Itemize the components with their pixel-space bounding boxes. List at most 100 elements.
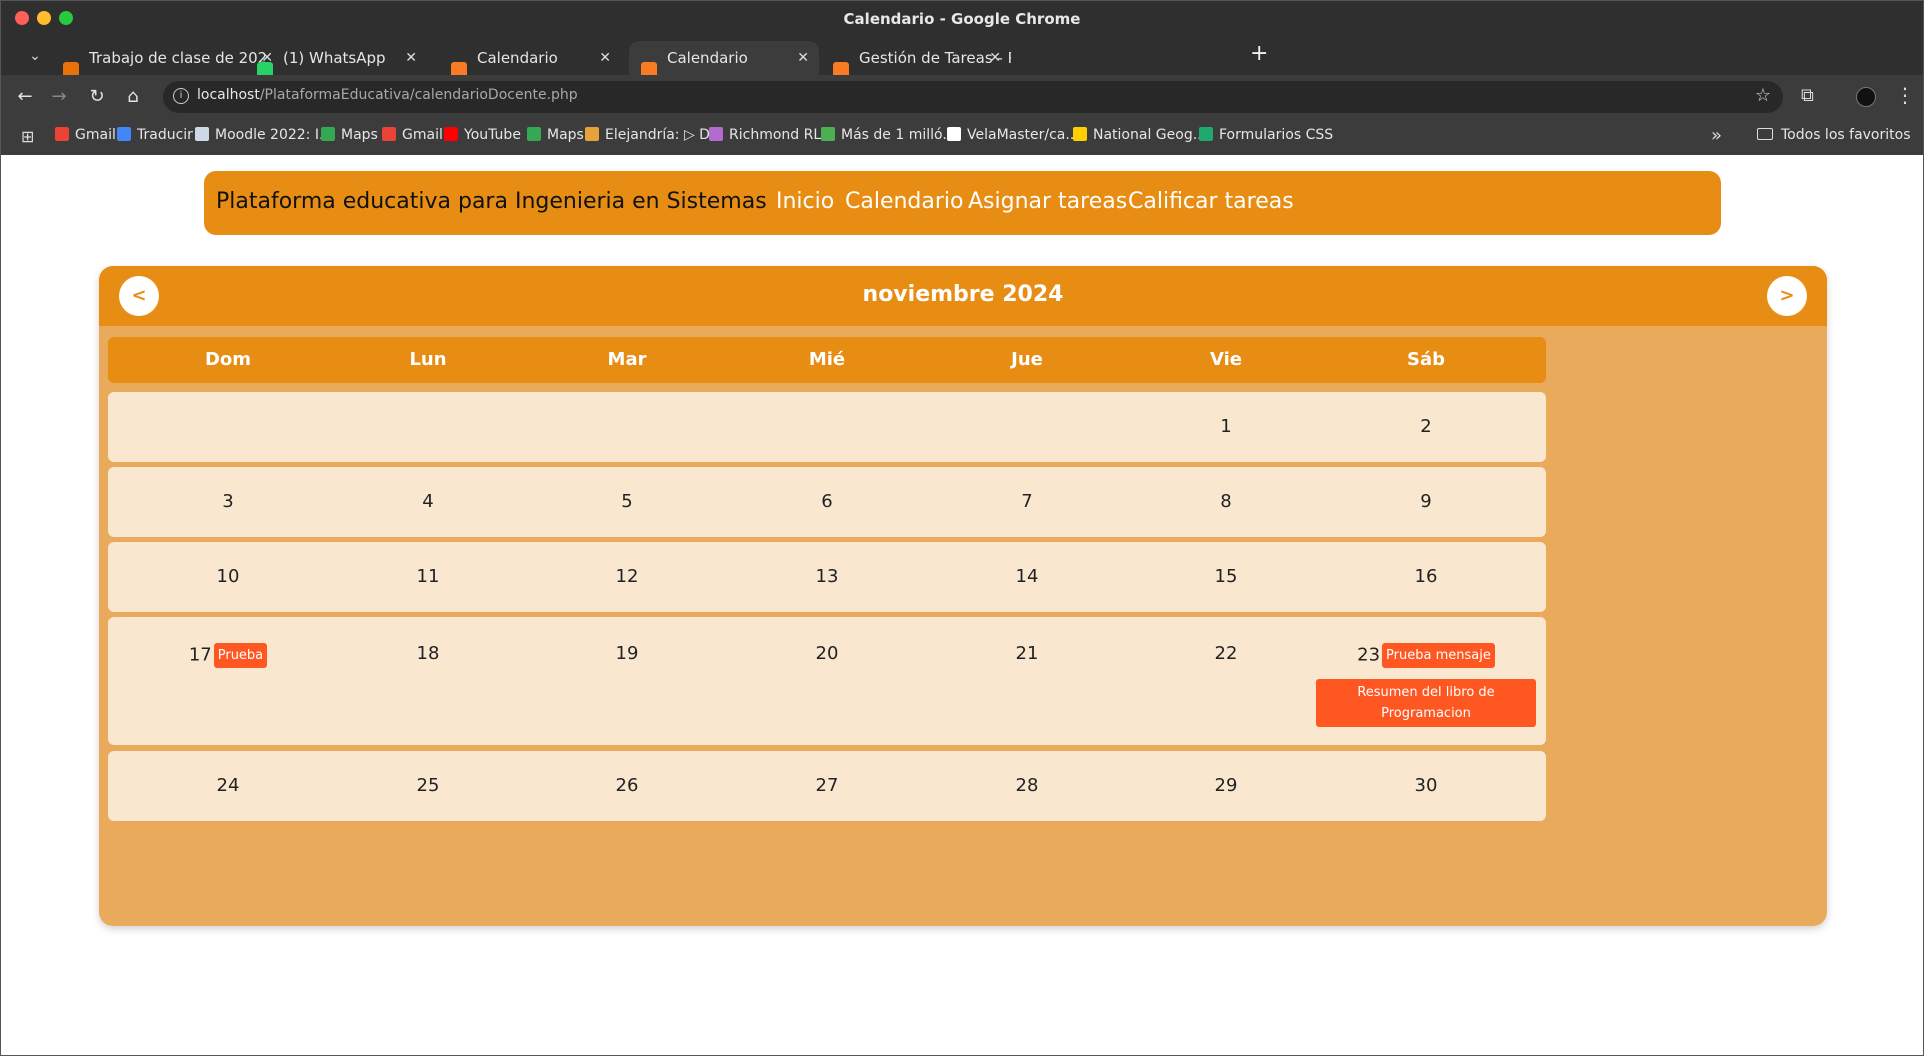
github-icon (947, 127, 961, 141)
bookmark-label: YouTube (464, 127, 521, 143)
nav-link-inicio[interactable]: Inicio (776, 189, 834, 214)
calendar-day-cell[interactable]: 16 (1306, 542, 1546, 612)
site-info-icon[interactable]: i (173, 88, 189, 104)
day-number: 30 (1306, 775, 1546, 796)
forward-arrow-icon[interactable]: → (47, 85, 71, 109)
calendar-day-cell[interactable]: 23 Prueba mensaje Resumen del libro de Pro… (1306, 617, 1546, 745)
bookmark-label: Maps (341, 127, 378, 143)
bookmark-item[interactable]: Moodle 2022: I... (195, 127, 332, 143)
bookmark-star-icon[interactable]: ☆ (1755, 85, 1771, 106)
new-tab-button[interactable]: + (1250, 41, 1268, 67)
maps-icon (527, 127, 541, 141)
bookmarks-bar: ⊞ Gmail Traducir Moodle 2022: I... Maps Gmai… (1, 119, 1923, 155)
day-number-text: 10 (216, 566, 240, 587)
bookmark-item[interactable]: Elejandría: ▷ D... (585, 127, 723, 143)
browser-tab[interactable]: Gestión de Tareas - Profe✕ (821, 41, 1011, 75)
bookmark-item[interactable]: Traducir (117, 127, 193, 143)
more-bookmarks-icon[interactable]: » (1711, 125, 1722, 146)
gmail-icon (382, 127, 396, 141)
apps-grid-icon[interactable]: ⊞ (21, 127, 34, 146)
bookmark-label: National Geog... (1093, 127, 1207, 143)
url-text[interactable]: localhost/PlataformaEducativa/calendario… (197, 87, 578, 103)
tab-title: (1) WhatsApp (283, 49, 386, 67)
browser-tab[interactable]: Calendario ✕ (629, 41, 819, 75)
bookmark-item[interactable]: Maps (527, 127, 584, 143)
day-number-text: 5 (621, 491, 633, 512)
day-number-text: 21 (1015, 643, 1039, 664)
tab-close-icon[interactable]: ✕ (797, 41, 809, 75)
bookmark-item[interactable]: Más de 1 milló... (821, 127, 956, 143)
day-number-text: 14 (1015, 566, 1039, 587)
xampp-icon (641, 62, 657, 75)
day-number-text: 12 (615, 566, 639, 587)
day-number: 23 Prueba mensaje (1306, 643, 1546, 668)
day-number-text: 19 (615, 643, 639, 664)
event-block[interactable]: Resumen del libro de Programacion (1316, 679, 1536, 727)
xampp-icon (833, 62, 849, 75)
bookmark-item[interactable]: VelaMaster/ca... (947, 127, 1079, 143)
bookmark-item[interactable]: Richmond RLP (709, 127, 830, 143)
book-icon (585, 127, 599, 141)
browser-tab[interactable]: (1) WhatsApp ✕ (245, 41, 427, 75)
back-arrow-icon[interactable]: ← (13, 85, 37, 109)
bookmark-item[interactable]: Formularios CSS (1199, 127, 1333, 143)
day-number-text: 17 (188, 644, 212, 666)
day-number-text: 16 (1414, 566, 1438, 587)
tab-close-icon[interactable]: ✕ (405, 41, 417, 75)
event-tag[interactable]: Prueba (213, 643, 268, 668)
all-bookmarks-folder[interactable]: Todos los favoritos (1757, 127, 1911, 143)
bookmark-label: Gmail (75, 127, 116, 143)
calendar-month-title: noviembre 2024 (862, 282, 1064, 307)
calendar-day-cell[interactable]: 9 (1306, 467, 1546, 537)
bookmark-label: VelaMaster/ca... (967, 127, 1079, 143)
bookmark-label: Richmond RLP (729, 127, 830, 143)
reload-icon[interactable]: ↻ (85, 85, 109, 109)
day-number-text: 3 (222, 491, 234, 512)
bookmark-item[interactable]: YouTube (444, 127, 521, 143)
url-path: /PlataformaEducativa/calendarioDocente.p… (259, 87, 578, 103)
next-month-button[interactable]: > (1767, 276, 1807, 316)
forms-icon (1199, 127, 1213, 141)
translate-icon (117, 127, 131, 141)
day-number-text: 2 (1420, 416, 1432, 437)
tab-title: Calendario (667, 49, 748, 67)
day-number-text: 29 (1214, 775, 1238, 796)
address-bar[interactable]: i localhost/PlataformaEducativa/calendar… (163, 81, 1783, 113)
profile-avatar[interactable] (1856, 87, 1876, 107)
whatsapp-icon (257, 62, 273, 75)
site-brand[interactable]: Plataforma educativa para Ingenieria en … (216, 189, 767, 214)
more-menu-icon[interactable]: ⋮ (1895, 83, 1915, 107)
calendar-day-cell[interactable]: 2 (1306, 392, 1546, 462)
bookmark-label: Formularios CSS (1219, 127, 1334, 143)
browser-window: Calendario - Google Chrome ⌄ Trabajo de … (0, 0, 1924, 1056)
tab-close-icon[interactable]: ✕ (989, 41, 1001, 75)
day-number-text: 8 (1220, 491, 1232, 512)
tab-title: Trabajo de clase de 2024 (89, 49, 265, 67)
extensions-icon[interactable]: ⧉ (1801, 85, 1814, 106)
home-icon[interactable]: ⌂ (121, 85, 145, 109)
maps-icon (321, 127, 335, 141)
tab-close-icon[interactable]: ✕ (599, 41, 611, 75)
day-number-text: 20 (815, 643, 839, 664)
gmail-icon (55, 127, 69, 141)
bookmark-item[interactable]: National Geog... (1073, 127, 1206, 143)
day-number-text: 22 (1214, 643, 1238, 664)
calendar-day-cell[interactable]: 30 (1306, 751, 1546, 821)
browser-tab[interactable]: Calendario ✕ (439, 41, 621, 75)
tab-search-icon[interactable]: ⌄ (23, 45, 47, 67)
nav-link-asignar-tareas[interactable]: Asignar tareas (968, 189, 1127, 214)
pixabay-icon (821, 127, 835, 141)
nav-link-calendario[interactable]: Calendario (845, 189, 964, 214)
day-number-text: 23 (1357, 644, 1381, 666)
bookmark-item[interactable]: Maps (321, 127, 378, 143)
window-title: Calendario - Google Chrome (843, 10, 1081, 28)
event-tag[interactable]: Prueba mensaje (1382, 643, 1495, 668)
day-number-text: 30 (1414, 775, 1438, 796)
bookmark-item[interactable]: Gmail (382, 127, 443, 143)
bookmark-item[interactable]: Gmail (55, 127, 116, 143)
tab-title: Calendario (477, 49, 558, 67)
day-number-text: 25 (416, 775, 440, 796)
day-number-text: 1 (1220, 416, 1232, 437)
nav-link-calificar-tareas[interactable]: Calificar tareas (1128, 189, 1294, 214)
calendar: < noviembre 2024 > Dom Lun Mar Mié Jue Vie Sáb… (99, 266, 1827, 926)
